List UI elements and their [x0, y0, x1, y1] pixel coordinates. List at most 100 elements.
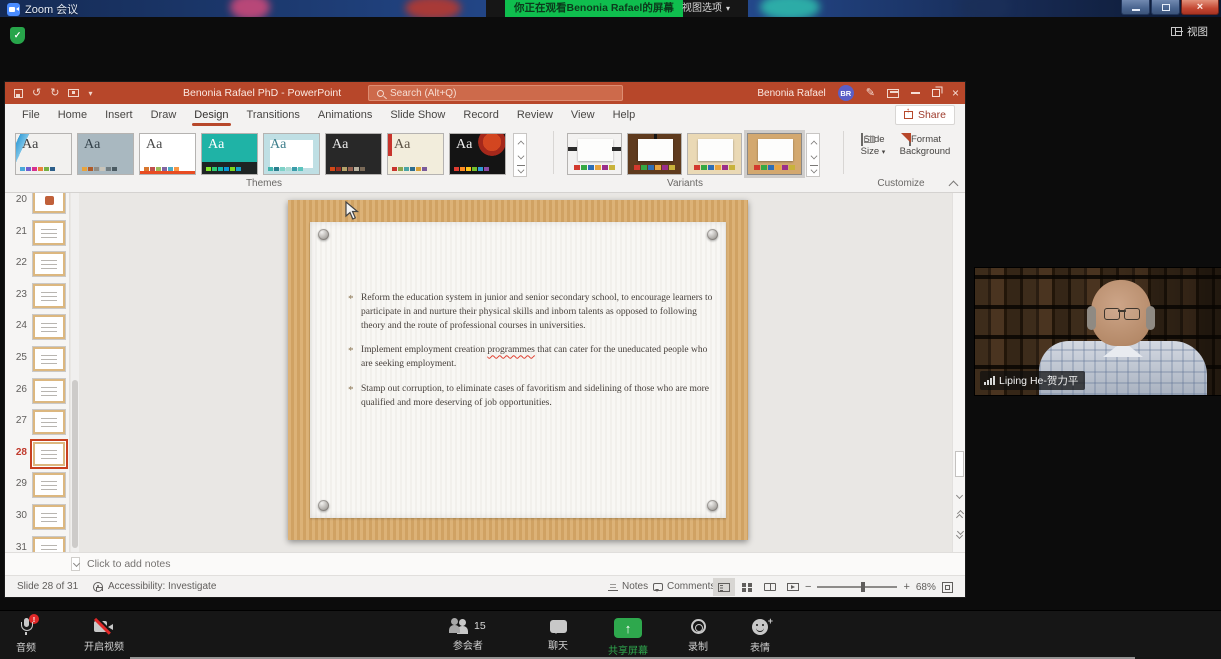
- next-slide-icon[interactable]: [956, 533, 963, 540]
- previous-slide-icon[interactable]: [956, 515, 963, 522]
- gallery-more-icon[interactable]: [514, 162, 526, 176]
- slide-thumb-24[interactable]: 24: [5, 313, 70, 343]
- maximize-button[interactable]: [1151, 0, 1180, 15]
- slide-paper[interactable]: Reform the education system in junior an…: [310, 222, 726, 518]
- notes-toggle[interactable]: Notes: [608, 576, 648, 598]
- theme-thumbnail-3[interactable]: Aa: [139, 133, 196, 175]
- tab-file[interactable]: File: [13, 104, 49, 126]
- slide-thumb-31[interactable]: 31: [5, 535, 70, 552]
- customize-qat-icon[interactable]: ▾: [88, 89, 92, 98]
- theme-thumbnail-8[interactable]: Aa: [449, 133, 506, 175]
- tab-insert[interactable]: Insert: [96, 104, 142, 126]
- security-shield-icon[interactable]: ✓: [10, 27, 25, 44]
- share-screen-button[interactable]: ↑ 共享屏幕: [608, 618, 648, 657]
- tab-record[interactable]: Record: [454, 104, 507, 126]
- participants-button[interactable]: 15 参会者: [450, 618, 486, 652]
- tab-view[interactable]: View: [562, 104, 604, 126]
- account-name[interactable]: Benonia Rafael: [757, 88, 825, 99]
- slide-thumb-23[interactable]: 23: [5, 282, 70, 312]
- slide-thumb-30[interactable]: 30: [5, 503, 70, 533]
- ppt-titlebar: ↺ ↻ ▾ Benonia Rafael PhD - PowerPoint Se…: [5, 82, 965, 104]
- ribbon-display-options-icon[interactable]: [887, 89, 899, 98]
- themes-gallery-scroll[interactable]: [513, 133, 527, 177]
- view-layout-button[interactable]: 视图: [1171, 24, 1208, 39]
- scrollbar-thumb[interactable]: [955, 451, 964, 477]
- gallery-more-icon[interactable]: [807, 162, 819, 176]
- gallery-up-icon[interactable]: [807, 134, 819, 148]
- theme-thumbnail-2[interactable]: Aa: [77, 133, 134, 175]
- tab-draw[interactable]: Draw: [142, 104, 186, 126]
- zoom-slider-thumb[interactable]: [861, 582, 865, 592]
- slide-thumb-25[interactable]: 25: [5, 345, 70, 375]
- zoom-slider[interactable]: [817, 586, 897, 588]
- undo-icon[interactable]: ↺: [32, 88, 41, 99]
- slide-thumb-26[interactable]: 26: [5, 377, 70, 407]
- slide-thumb-29[interactable]: 29: [5, 471, 70, 501]
- scroll-down-icon[interactable]: [956, 493, 963, 500]
- thumbnail-scrollbar[interactable]: [71, 193, 79, 552]
- tab-animations[interactable]: Animations: [309, 104, 381, 126]
- theme-thumbnail-6[interactable]: Aa: [325, 133, 382, 175]
- save-icon[interactable]: [14, 89, 23, 98]
- tab-home[interactable]: Home: [49, 104, 96, 126]
- pushpin-icon: [318, 229, 329, 240]
- gallery-up-icon[interactable]: [514, 134, 526, 148]
- slide-sorter-view-button[interactable]: [736, 578, 758, 596]
- comments-toggle[interactable]: Comments: [653, 576, 715, 598]
- view-options-dropdown[interactable]: 视图选项 ▾: [676, 0, 736, 17]
- tab-slide-show[interactable]: Slide Show: [381, 104, 454, 126]
- variants-gallery-scroll[interactable]: [806, 133, 820, 177]
- variant-thumbnail-3[interactable]: [687, 133, 742, 175]
- zoom-out-icon[interactable]: −: [805, 582, 811, 593]
- tab-help[interactable]: Help: [604, 104, 645, 126]
- gallery-down-icon[interactable]: [514, 148, 526, 162]
- avatar[interactable]: BR: [838, 85, 854, 101]
- tab-design[interactable]: Design: [185, 104, 237, 126]
- tab-review[interactable]: Review: [508, 104, 562, 126]
- slide-thumb-21[interactable]: 21: [5, 219, 70, 249]
- variant-thumbnail-2[interactable]: [627, 133, 682, 175]
- normal-view-button[interactable]: [713, 578, 735, 596]
- audio-button[interactable]: ! 音频: [16, 618, 36, 654]
- draw-pen-icon[interactable]: ✎: [866, 88, 875, 99]
- slide-thumb-20[interactable]: 20: [5, 193, 70, 217]
- theme-thumbnail-7[interactable]: Aa: [387, 133, 444, 175]
- theme-thumbnail-1[interactable]: Aa: [15, 133, 72, 175]
- zoom-in-icon[interactable]: +: [903, 582, 909, 593]
- search-box[interactable]: Search (Alt+Q): [368, 85, 623, 101]
- close-button[interactable]: ×: [1181, 0, 1219, 15]
- reactions-button[interactable]: + 表情: [750, 618, 770, 654]
- variant-thumbnail-1[interactable]: [567, 133, 622, 175]
- variant-thumbnail-4-selected[interactable]: [747, 133, 802, 175]
- start-video-button[interactable]: 开启视频: [84, 618, 124, 653]
- ppt-minimize-icon[interactable]: [911, 92, 920, 94]
- slide-thumb-27[interactable]: 27: [5, 408, 70, 438]
- slideshow-view-button[interactable]: [782, 578, 804, 596]
- ppt-restore-icon[interactable]: [932, 89, 940, 97]
- slide-size-button[interactable]: Slide Size ▾: [851, 134, 895, 158]
- thumbnail-scrollbar-thumb[interactable]: [72, 380, 78, 549]
- thumb-scroll-down-button[interactable]: [71, 557, 80, 571]
- ppt-close-icon[interactable]: ×: [952, 87, 959, 99]
- vertical-scrollbar[interactable]: [952, 193, 965, 552]
- theme-thumbnail-5[interactable]: Aa: [263, 133, 320, 175]
- slide-thumb-28-selected[interactable]: 28: [5, 440, 70, 470]
- reading-view-button[interactable]: [759, 578, 781, 596]
- fit-slide-icon[interactable]: [942, 582, 953, 593]
- current-slide[interactable]: Reform the education system in junior an…: [288, 200, 748, 540]
- participant-video-tile[interactable]: Liping He-贺力平: [975, 268, 1221, 395]
- slide-thumb-22[interactable]: 22: [5, 250, 70, 280]
- minimize-button[interactable]: [1121, 0, 1150, 15]
- tab-transitions[interactable]: Transitions: [238, 104, 309, 126]
- record-button[interactable]: 录制: [688, 618, 708, 653]
- notes-pane[interactable]: Click to add notes: [5, 552, 965, 575]
- gallery-down-icon[interactable]: [807, 148, 819, 162]
- format-background-button[interactable]: Format Background: [899, 134, 951, 158]
- accessibility-status[interactable]: Accessibility: Investigate: [93, 576, 216, 598]
- chat-button[interactable]: 聊天: [548, 618, 568, 652]
- ppt-share-button[interactable]: Share: [895, 105, 955, 125]
- start-presentation-icon[interactable]: [68, 89, 79, 97]
- theme-thumbnail-4[interactable]: Aa: [201, 133, 258, 175]
- zoom-percent[interactable]: 68%: [916, 582, 936, 593]
- redo-icon[interactable]: ↻: [50, 88, 59, 99]
